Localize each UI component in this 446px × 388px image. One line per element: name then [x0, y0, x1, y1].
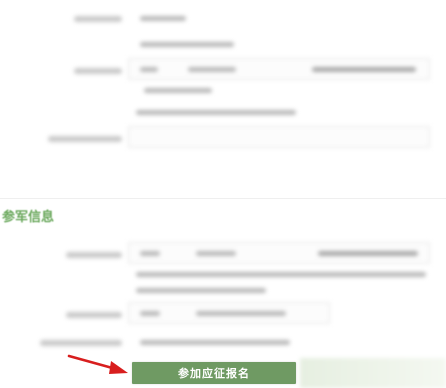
field-label-placeholder [74, 16, 122, 22]
field-value-placeholder [140, 42, 234, 47]
section-title-military-info: 参军信息 [2, 210, 55, 225]
field-value-placeholder [140, 340, 290, 345]
field-value-placeholder [312, 67, 416, 72]
field-label-placeholder [48, 136, 122, 142]
red-arrow-icon [67, 354, 128, 374]
field-label-placeholder [74, 68, 122, 74]
field-value-placeholder [196, 311, 286, 316]
field-input-placeholder [128, 126, 430, 148]
field-label-placeholder [66, 252, 122, 258]
field-value-placeholder [136, 110, 296, 115]
field-value-placeholder [318, 251, 418, 256]
field-value-placeholder [196, 251, 236, 256]
field-value-placeholder [140, 251, 160, 256]
field-label-placeholder [66, 312, 122, 318]
field-value-placeholder [136, 288, 266, 293]
blurred-adjacent-area [300, 358, 446, 388]
field-label-placeholder [40, 340, 122, 346]
field-value-placeholder [136, 272, 426, 277]
field-value-placeholder [140, 16, 186, 21]
field-value-placeholder [140, 67, 158, 72]
section-divider [0, 198, 446, 199]
field-value-placeholder [188, 67, 236, 72]
apply-enlistment-button[interactable]: 参加应征报名 [132, 362, 296, 384]
field-value-placeholder [144, 88, 212, 93]
field-value-placeholder [140, 311, 160, 316]
